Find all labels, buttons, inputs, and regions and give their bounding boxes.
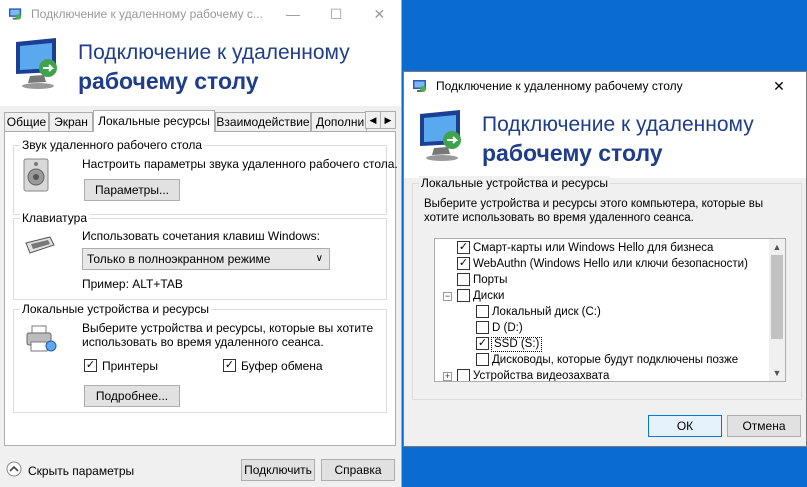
dialog-description-line2: хотите использовать во время удаленного …	[424, 212, 694, 224]
maximize-button[interactable]: ☐	[315, 0, 358, 28]
dialog-title: Подключение к удаленному рабочему столу	[436, 79, 683, 93]
remote-desktop-logo-icon	[16, 38, 57, 89]
more-button[interactable]: Подробнее...	[84, 385, 180, 407]
title-bar: Подключение к удаленному рабочему с... —…	[0, 0, 401, 28]
keyboard-label: Использовать сочетания клавиш Windows:	[82, 229, 320, 243]
tree-label-selected: SSD (S:)	[491, 337, 543, 352]
dialog-banner-title: Подключение к удаленному рабочему столу	[482, 110, 754, 168]
keyboard-group: Клавиатура Использовать сочетания клавиш…	[13, 211, 387, 300]
tree-checkbox[interactable]: ✓	[457, 257, 470, 270]
tree-checkbox[interactable]	[457, 289, 470, 302]
printers-checkbox[interactable]: ✓	[84, 359, 97, 372]
printer-icon	[26, 325, 57, 352]
remote-desktop-icon	[413, 80, 426, 92]
scroll-thumb[interactable]	[771, 255, 783, 339]
keyboard-icon	[25, 236, 55, 254]
tab-display[interactable]: Экран	[49, 112, 93, 131]
tree-label: Порты	[473, 274, 508, 286]
scroll-up-icon[interactable]: ▲	[769, 239, 785, 255]
clipboard-label: Буфер обмена	[241, 359, 323, 373]
tree-checkbox[interactable]	[457, 369, 470, 381]
sound-description: Настроить параметры звука удаленного раб…	[82, 157, 398, 171]
keyboard-example: Пример: ALT+TAB	[82, 277, 183, 291]
keyboard-mode-value: Только в полноэкранном режиме	[87, 252, 271, 266]
cancel-button[interactable]: Отмена	[727, 415, 801, 437]
minimize-button[interactable]: —	[271, 0, 314, 28]
local-devices-group: Локальные устройства и ресурсы Выберите …	[13, 302, 387, 413]
dialog-close-button[interactable]: ✕	[756, 72, 802, 100]
local-devices-description-line2: использовать во время удаленного сеанса.	[82, 335, 324, 349]
scroll-down-icon[interactable]: ▼	[769, 365, 785, 381]
tree-checkbox[interactable]	[457, 273, 470, 286]
tab-scroll-left-button[interactable]: ◀	[365, 111, 381, 129]
dialog-banner-line2: рабочему столу	[482, 140, 663, 166]
banner-title: Подключение к удаленному рабочему столу	[78, 38, 350, 96]
tab-experience[interactable]: Взаимодействие	[215, 112, 311, 131]
keyboard-group-legend: Клавиатура	[20, 211, 89, 225]
tree-label: D (D:)	[492, 322, 523, 334]
keyboard-mode-select[interactable]: Только в полноэкранном режиме ∨	[82, 248, 330, 270]
dialog-banner-line1: Подключение к удаленному	[482, 113, 754, 136]
expand-expander[interactable]: +	[443, 372, 452, 381]
tab-scroll-right-button[interactable]: ▶	[380, 111, 396, 129]
sound-group: Звук удаленного рабочего стола Настроить…	[13, 138, 398, 215]
sound-group-legend: Звук удаленного рабочего стола	[20, 138, 205, 152]
tree-checkbox[interactable]	[476, 321, 489, 334]
tab-local-resources[interactable]: Локальные ресурсы	[93, 110, 215, 132]
tree-label: Смарт-карты или Windows Hello для бизнес…	[473, 242, 714, 254]
tree-label: Устройства видеозахвата	[473, 370, 610, 382]
tab-advanced[interactable]: Дополни	[311, 112, 367, 131]
window-title: Подключение к удаленному рабочему с...	[31, 7, 263, 21]
tree-label: Диски	[473, 290, 505, 302]
help-button[interactable]: Справка	[321, 459, 395, 481]
dialog-devices-legend: Локальные устройства и ресурсы	[419, 176, 610, 190]
banner-title-line2: рабочему столу	[78, 68, 259, 94]
tree-checkbox[interactable]: ✓	[457, 241, 470, 254]
tree-label: Дисководы, которые будут подключены позж…	[492, 354, 739, 366]
tree-label: WebAuthn (Windows Hello или ключи безопа…	[473, 258, 748, 270]
clipboard-checkbox[interactable]: ✓	[223, 359, 236, 372]
tree-checkbox[interactable]: ✓	[476, 337, 489, 350]
tree-checkbox[interactable]	[476, 353, 489, 366]
speaker-icon	[23, 158, 49, 192]
tree-checkbox[interactable]	[476, 305, 489, 318]
devices-tree: ✓ Смарт-карты или Windows Hello для бизн…	[434, 238, 786, 382]
footer: Скрыть параметры Подключить Справка	[0, 455, 402, 487]
local-resources-page: Звук удаленного рабочего стола Настроить…	[4, 131, 398, 446]
remote-desktop-icon	[8, 8, 22, 20]
ok-button[interactable]: ОК	[648, 415, 722, 437]
dialog-description-line1: Выберите устройства и ресурсы этого комп…	[424, 198, 764, 210]
collapse-arrow-icon[interactable]	[6, 461, 22, 477]
tree-label: Локальный диск (C:)	[492, 306, 601, 318]
sound-settings-button[interactable]: Параметры...	[84, 179, 180, 201]
local-devices-description-line1: Выберите устройства и ресурсы, которые в…	[82, 321, 374, 335]
hide-options-link[interactable]: Скрыть параметры	[28, 464, 134, 478]
dialog-title-bar: Подключение к удаленному рабочему столу …	[404, 72, 806, 100]
connect-button[interactable]: Подключить	[241, 459, 315, 481]
close-button[interactable]: ✕	[358, 0, 401, 28]
local-devices-legend: Локальные устройства и ресурсы	[20, 302, 211, 316]
tab-general[interactable]: Общие	[4, 112, 49, 131]
banner-title-line1: Подключение к удаленному	[78, 41, 350, 64]
tab-strip: Общие Экран Локальные ресурсы Взаимодейс…	[4, 110, 396, 132]
main-window: Подключение к удаленному рабочему с... —…	[0, 0, 402, 487]
chevron-down-icon: ∨	[315, 253, 323, 264]
tree-scrollbar[interactable]: ▲ ▼	[769, 239, 785, 381]
devices-dialog: Подключение к удаленному рабочему столу …	[403, 71, 807, 447]
header-banner: Подключение к удаленному рабочему столу	[0, 28, 401, 106]
dialog-banner: Подключение к удаленному рабочему столу	[404, 100, 806, 178]
collapse-expander[interactable]: −	[443, 292, 452, 301]
remote-desktop-logo-icon	[420, 110, 461, 161]
printers-label: Принтеры	[102, 359, 158, 373]
